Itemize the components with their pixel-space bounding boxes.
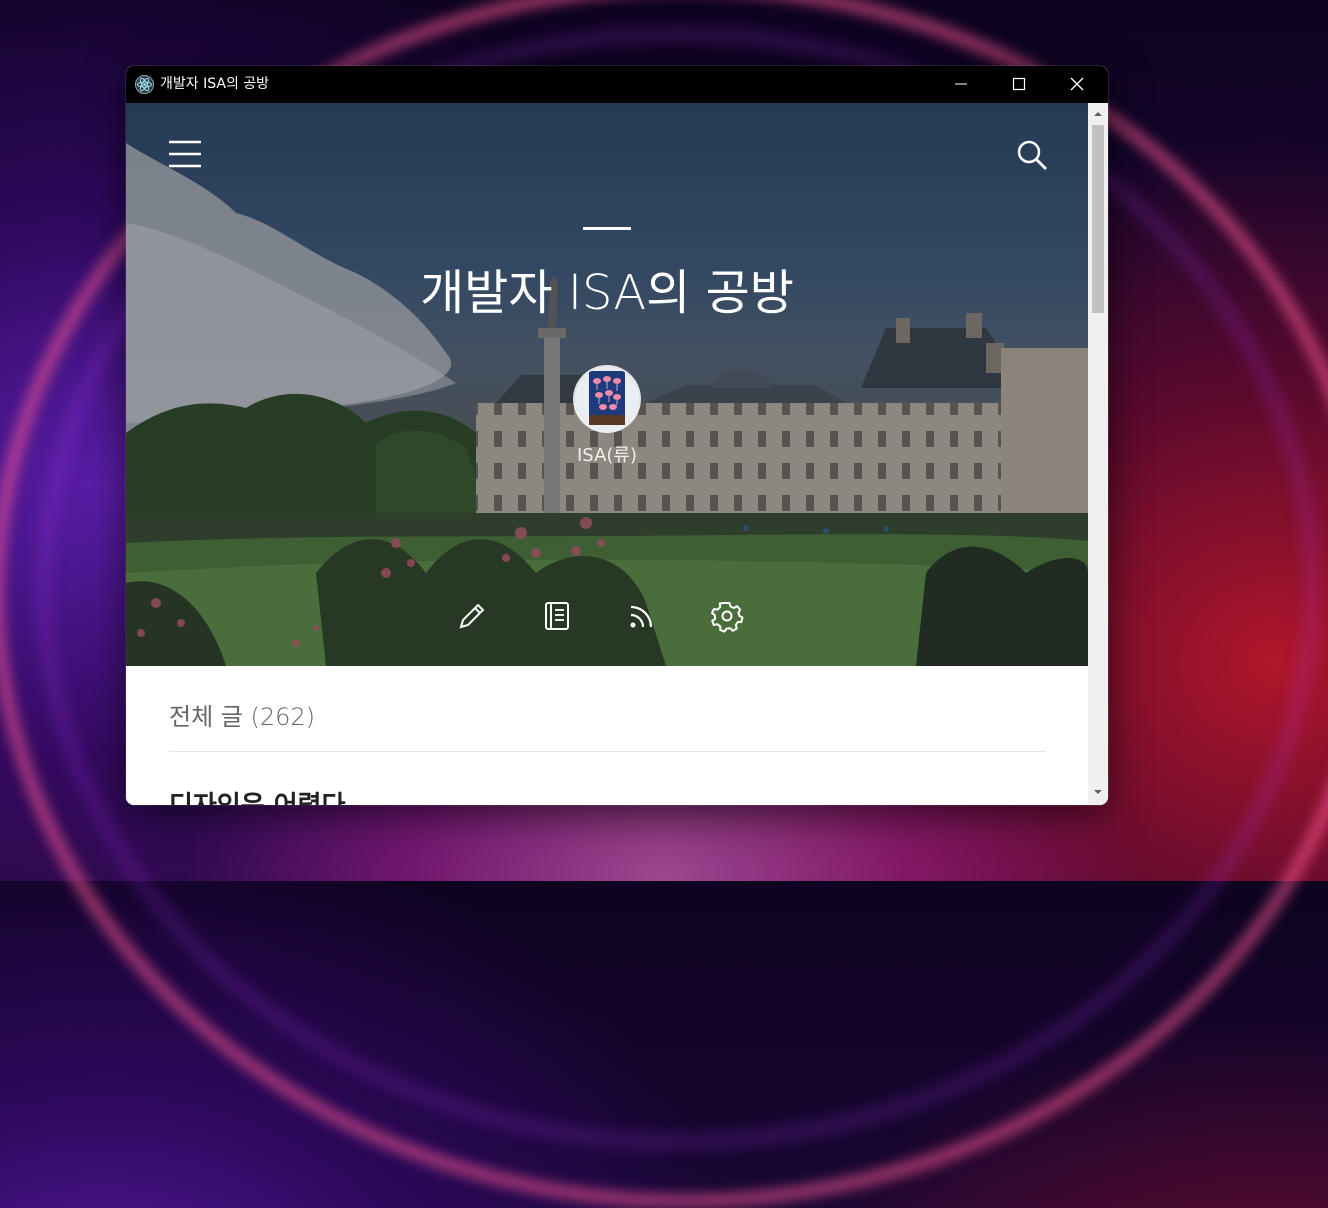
rss-feed-button[interactable] (625, 599, 659, 633)
menu-button[interactable] (168, 139, 202, 169)
notebook-icon (545, 602, 569, 630)
pencil-icon (459, 603, 485, 629)
avatar[interactable] (575, 367, 639, 431)
electron-app-icon (135, 75, 154, 94)
manage-blog-button[interactable] (540, 599, 574, 633)
jellyfish-avatar-image (589, 371, 625, 425)
scroll-down-arrow-icon[interactable] (1092, 787, 1104, 797)
title-decoration-line (583, 227, 631, 230)
maximize-icon (1012, 77, 1026, 91)
search-button[interactable] (1016, 139, 1048, 171)
maximize-button[interactable] (990, 66, 1048, 103)
page-content: 개발자 ISA의 공방 ISA(류) 전체 글 (262) (126, 103, 1088, 805)
blog-nickname: ISA(류) (577, 445, 637, 466)
close-button[interactable] (1048, 66, 1106, 103)
blog-title[interactable]: 개발자 ISA의 공방 (126, 253, 1088, 323)
write-post-button[interactable] (455, 599, 489, 633)
vertical-scrollbar[interactable] (1088, 103, 1108, 805)
window-title: 개발자 ISA의 공방 (160, 76, 270, 92)
settings-button[interactable] (710, 599, 744, 633)
post-title-link[interactable]: 디자인은 어렵다 (169, 785, 346, 805)
section-divider (169, 751, 1046, 752)
blog-header-cover: 개발자 ISA의 공방 ISA(류) (126, 103, 1088, 666)
rss-icon (630, 605, 653, 628)
minimize-icon (955, 83, 967, 85)
gear-icon (711, 602, 744, 633)
close-icon (1070, 77, 1084, 91)
minimize-button[interactable] (932, 66, 990, 103)
scrollbar-thumb[interactable] (1092, 125, 1104, 313)
app-window: 개발자 ISA의 공방 개발자 ISA의 공방 ISA(류) 전체 글 (262… (126, 66, 1108, 805)
search-icon (1017, 140, 1047, 170)
scroll-up-arrow-icon[interactable] (1092, 109, 1104, 119)
hamburger-menu-icon (169, 140, 201, 168)
category-title: 전체 글 (262) (169, 703, 316, 731)
title-bar[interactable]: 개발자 ISA의 공방 (126, 66, 1108, 103)
